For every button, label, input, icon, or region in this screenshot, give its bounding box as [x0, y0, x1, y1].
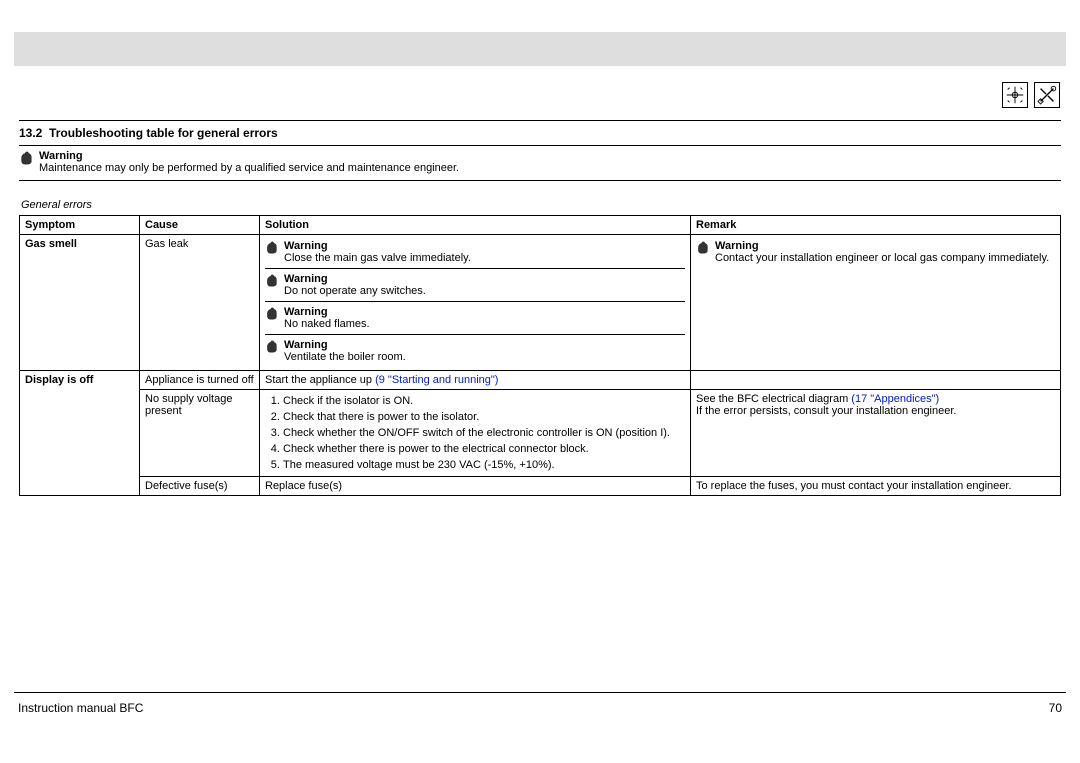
- valve-icon: [1002, 82, 1028, 108]
- hand-icon: [265, 307, 278, 320]
- hand-icon: [265, 241, 278, 254]
- hand-icon: [265, 274, 278, 287]
- th-symptom: Symptom: [20, 216, 140, 235]
- hand-icon: [265, 340, 278, 353]
- symptom-cell: Display is off: [20, 371, 140, 496]
- header-bar: [14, 32, 1066, 66]
- corner-icon-group: [1002, 82, 1060, 108]
- remark-cell: [691, 371, 1061, 390]
- list-item: Check whether the ON/OFF switch of the e…: [283, 425, 685, 441]
- solution-cell: WarningClose the main gas valve immediat…: [260, 235, 691, 371]
- table-caption: General errors: [21, 199, 1061, 211]
- hand-icon: [696, 241, 709, 254]
- row-gas-smell: Gas smell Gas leak WarningClose the main…: [20, 235, 1061, 371]
- errors-table: Symptom Cause Solution Remark Gas smell …: [19, 215, 1061, 496]
- page-number: 70: [1049, 701, 1062, 715]
- list-item: The measured voltage must be 230 VAC (-1…: [283, 457, 685, 473]
- row-display-off-3: Defective fuse(s) Replace fuse(s) To rep…: [20, 477, 1061, 496]
- section: 13.2 Troubleshooting table for general e…: [14, 120, 1066, 496]
- xref-appendices[interactable]: (17 "Appendices"): [851, 393, 939, 405]
- page: 13.2 Troubleshooting table for general e…: [0, 0, 1080, 763]
- th-solution: Solution: [260, 216, 691, 235]
- row-display-off-2: No supply voltage present Check if the i…: [20, 390, 1061, 477]
- footer: Instruction manual BFC 70: [14, 692, 1066, 715]
- section-heading: 13.2 Troubleshooting table for general e…: [19, 120, 1061, 146]
- cause-cell: Gas leak: [140, 235, 260, 371]
- warning-text: Maintenance may only be performed by a q…: [39, 162, 459, 174]
- remark-cell: See the BFC electrical diagram (17 "Appe…: [691, 390, 1061, 477]
- th-cause: Cause: [140, 216, 260, 235]
- hand-icon: [19, 151, 33, 165]
- symptom-cell: Gas smell: [20, 235, 140, 371]
- section-title: Troubleshooting table for general errors: [49, 126, 278, 140]
- tools-icon: [1034, 82, 1060, 108]
- warning-block: Warning Maintenance may only be performe…: [19, 146, 1061, 181]
- section-number: 13.2: [19, 126, 42, 140]
- remark-cell: To replace the fuses, you must contact y…: [691, 477, 1061, 496]
- solution-cell: Replace fuse(s): [260, 477, 691, 496]
- row-display-off-1: Display is off Appliance is turned off S…: [20, 371, 1061, 390]
- list-item: Check whether there is power to the elec…: [283, 441, 685, 457]
- list-item: Check that there is power to the isolato…: [283, 409, 685, 425]
- remark-cell: WarningContact your installation enginee…: [691, 235, 1061, 371]
- th-remark: Remark: [691, 216, 1061, 235]
- cause-cell: No supply voltage present: [140, 390, 260, 477]
- solution-cell: Check if the isolator is ON. Check that …: [260, 390, 691, 477]
- list-item: Check if the isolator is ON.: [283, 393, 685, 409]
- footer-title: Instruction manual BFC: [18, 701, 143, 715]
- cause-cell: Defective fuse(s): [140, 477, 260, 496]
- solution-cell: Start the appliance up (9 "Starting and …: [260, 371, 691, 390]
- xref-starting-running[interactable]: (9 "Starting and running"): [375, 374, 498, 386]
- warning-label: Warning: [39, 150, 459, 162]
- cause-cell: Appliance is turned off: [140, 371, 260, 390]
- table-header-row: Symptom Cause Solution Remark: [20, 216, 1061, 235]
